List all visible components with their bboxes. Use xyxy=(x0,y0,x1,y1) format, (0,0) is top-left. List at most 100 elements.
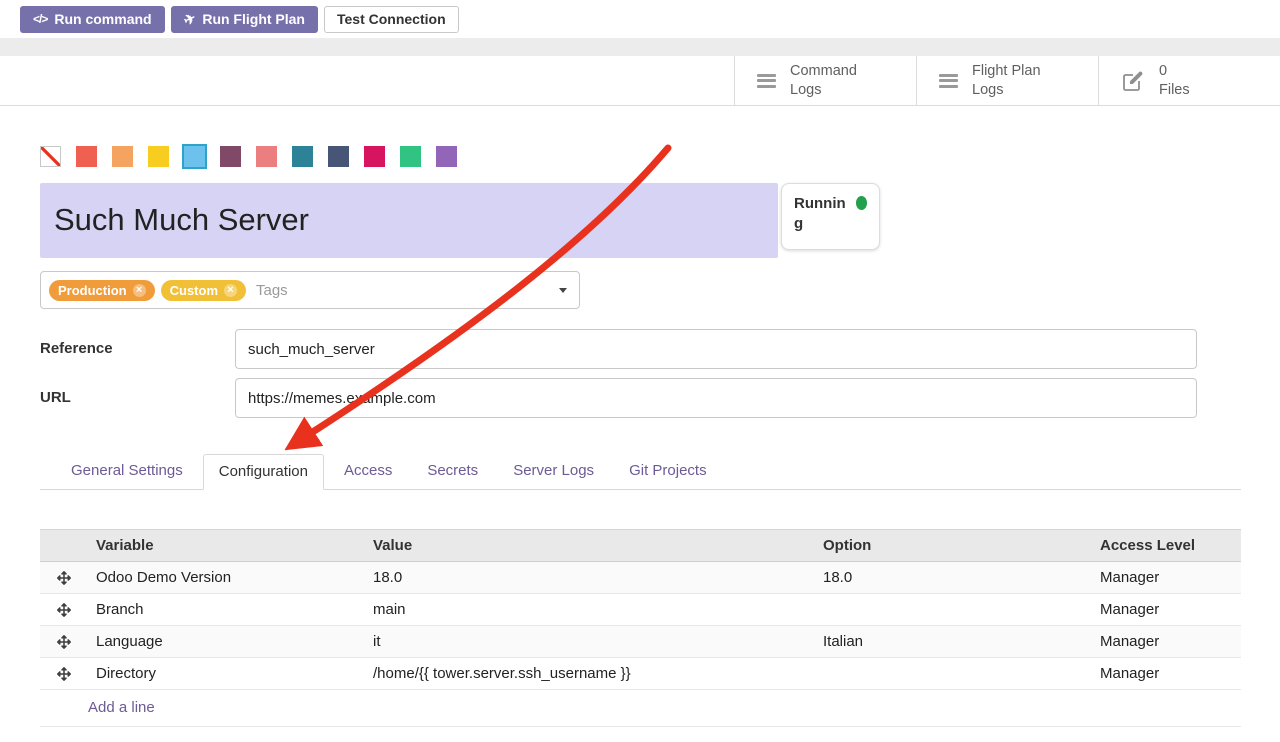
main-content: Such Much Server Running Production×Cust… xyxy=(0,146,1280,727)
cell-option[interactable]: Italian xyxy=(815,626,1092,658)
tab-access[interactable]: Access xyxy=(329,454,407,489)
list-icon xyxy=(939,74,958,88)
tab-configuration[interactable]: Configuration xyxy=(203,454,324,490)
color-swatch-10[interactable] xyxy=(400,146,421,167)
color-swatch-5[interactable] xyxy=(220,146,241,167)
tags-field[interactable]: Production × Custom × Tags xyxy=(40,271,580,309)
tag-custom[interactable]: Custom × xyxy=(161,280,246,301)
color-swatch-0[interactable] xyxy=(40,146,61,167)
field-row: Reference xyxy=(40,329,1197,369)
page-header: Command Logs Flight Plan Logs 0 Files xyxy=(0,56,1280,106)
run-command-label: Run command xyxy=(54,11,151,27)
tab-secrets[interactable]: Secrets xyxy=(412,454,493,489)
dropdown-caret-icon[interactable] xyxy=(559,288,567,293)
column-header-handle xyxy=(40,530,88,562)
color-swatch-8[interactable] xyxy=(328,146,349,167)
tag-production[interactable]: Production × xyxy=(49,280,155,301)
color-swatch-1[interactable] xyxy=(76,146,97,167)
cell-access-level[interactable]: Manager xyxy=(1092,626,1241,658)
status-running-dot xyxy=(856,196,867,210)
list-icon xyxy=(757,74,776,88)
cell-value[interactable]: it xyxy=(365,626,815,658)
tag-remove-icon[interactable]: × xyxy=(224,284,237,297)
tab-server-logs[interactable]: Server Logs xyxy=(498,454,609,489)
drag-handle-icon xyxy=(57,571,71,585)
color-swatch-4[interactable] xyxy=(184,146,205,167)
tags-placeholder: Tags xyxy=(256,282,288,299)
tab-bar: General SettingsConfigurationAccessSecre… xyxy=(40,454,1241,490)
cell-variable[interactable]: Branch xyxy=(88,594,365,626)
column-header-option[interactable]: Option xyxy=(815,530,1092,562)
table-body: Odoo Demo Version18.018.0ManagerBranchma… xyxy=(40,562,1241,690)
field-label-url: URL xyxy=(40,378,235,418)
table-header-row: VariableValueOptionAccess Level xyxy=(40,530,1241,562)
cell-option[interactable] xyxy=(815,594,1092,626)
variables-table: VariableValueOptionAccess Level Odoo Dem… xyxy=(40,529,1241,690)
cell-access-level[interactable]: Manager xyxy=(1092,594,1241,626)
cell-access-level[interactable]: Manager xyxy=(1092,658,1241,690)
field-input-url[interactable] xyxy=(235,378,1197,418)
tag-label: Custom xyxy=(170,283,218,298)
status-card[interactable]: Running xyxy=(781,183,880,250)
command-logs-label: Command Logs xyxy=(790,62,882,100)
drag-handle-icon xyxy=(57,667,71,681)
table-row[interactable]: Directory/home/{{ tower.server.ssh_usern… xyxy=(40,658,1241,690)
run-command-button[interactable]: </> Run command xyxy=(20,6,165,33)
tags-list: Production × Custom × xyxy=(49,280,246,301)
run-flight-plan-label: Run Flight Plan xyxy=(202,11,305,27)
code-icon: </> xyxy=(33,12,47,26)
color-swatch-7[interactable] xyxy=(292,146,313,167)
color-swatch-9[interactable] xyxy=(364,146,385,167)
cell-variable[interactable]: Odoo Demo Version xyxy=(88,562,365,594)
drag-handle[interactable] xyxy=(40,562,88,594)
run-flight-plan-button[interactable]: ✈ Run Flight Plan xyxy=(171,6,318,33)
flight-plan-logs-button[interactable]: Flight Plan Logs xyxy=(916,56,1098,105)
status-label: Running xyxy=(794,194,846,235)
tab-general-settings[interactable]: General Settings xyxy=(56,454,198,489)
drag-handle[interactable] xyxy=(40,594,88,626)
files-count: 0 xyxy=(1159,62,1251,81)
color-swatch-6[interactable] xyxy=(256,146,277,167)
field-label-reference: Reference xyxy=(40,329,235,369)
tab-git-projects[interactable]: Git Projects xyxy=(614,454,722,489)
field-input-reference[interactable] xyxy=(235,329,1197,369)
files-label: Files xyxy=(1159,81,1251,100)
cell-value[interactable]: main xyxy=(365,594,815,626)
field-rows: Reference URL xyxy=(40,329,1197,418)
color-palette xyxy=(40,146,1241,167)
drag-handle[interactable] xyxy=(40,658,88,690)
drag-handle-icon xyxy=(57,603,71,617)
cell-value[interactable]: /home/{{ tower.server.ssh_username }} xyxy=(365,658,815,690)
separator-band xyxy=(0,38,1280,56)
cell-access-level[interactable]: Manager xyxy=(1092,562,1241,594)
table-row[interactable]: Branchmain Manager xyxy=(40,594,1241,626)
files-stat-label: 0 Files xyxy=(1159,62,1251,100)
color-swatch-2[interactable] xyxy=(112,146,133,167)
test-connection-button[interactable]: Test Connection xyxy=(324,6,459,33)
title-row: Such Much Server Running xyxy=(40,183,1241,258)
field-row: URL xyxy=(40,378,1197,418)
tag-label: Production xyxy=(58,283,127,298)
drag-handle[interactable] xyxy=(40,626,88,658)
column-header-value[interactable]: Value xyxy=(365,530,815,562)
cell-option[interactable] xyxy=(815,658,1092,690)
drag-handle-icon xyxy=(57,635,71,649)
server-name-input[interactable]: Such Much Server xyxy=(40,183,778,258)
files-button[interactable]: 0 Files xyxy=(1098,56,1280,105)
column-header-variable[interactable]: Variable xyxy=(88,530,365,562)
color-swatch-3[interactable] xyxy=(148,146,169,167)
flight-plan-logs-label: Flight Plan Logs xyxy=(972,62,1064,100)
cell-variable[interactable]: Directory xyxy=(88,658,365,690)
column-header-access-level[interactable]: Access Level xyxy=(1092,530,1241,562)
command-logs-button[interactable]: Command Logs xyxy=(734,56,916,105)
table-row[interactable]: LanguageitItalianManager xyxy=(40,626,1241,658)
cell-variable[interactable]: Language xyxy=(88,626,365,658)
color-swatch-11[interactable] xyxy=(436,146,457,167)
edit-icon xyxy=(1121,69,1145,93)
tag-remove-icon[interactable]: × xyxy=(133,284,146,297)
table-row[interactable]: Odoo Demo Version18.018.0Manager xyxy=(40,562,1241,594)
cell-option[interactable]: 18.0 xyxy=(815,562,1092,594)
cell-value[interactable]: 18.0 xyxy=(365,562,815,594)
add-a-line-link[interactable]: Add a line xyxy=(40,690,1241,727)
configuration-table-wrap: VariableValueOptionAccess Level Odoo Dem… xyxy=(40,529,1241,727)
